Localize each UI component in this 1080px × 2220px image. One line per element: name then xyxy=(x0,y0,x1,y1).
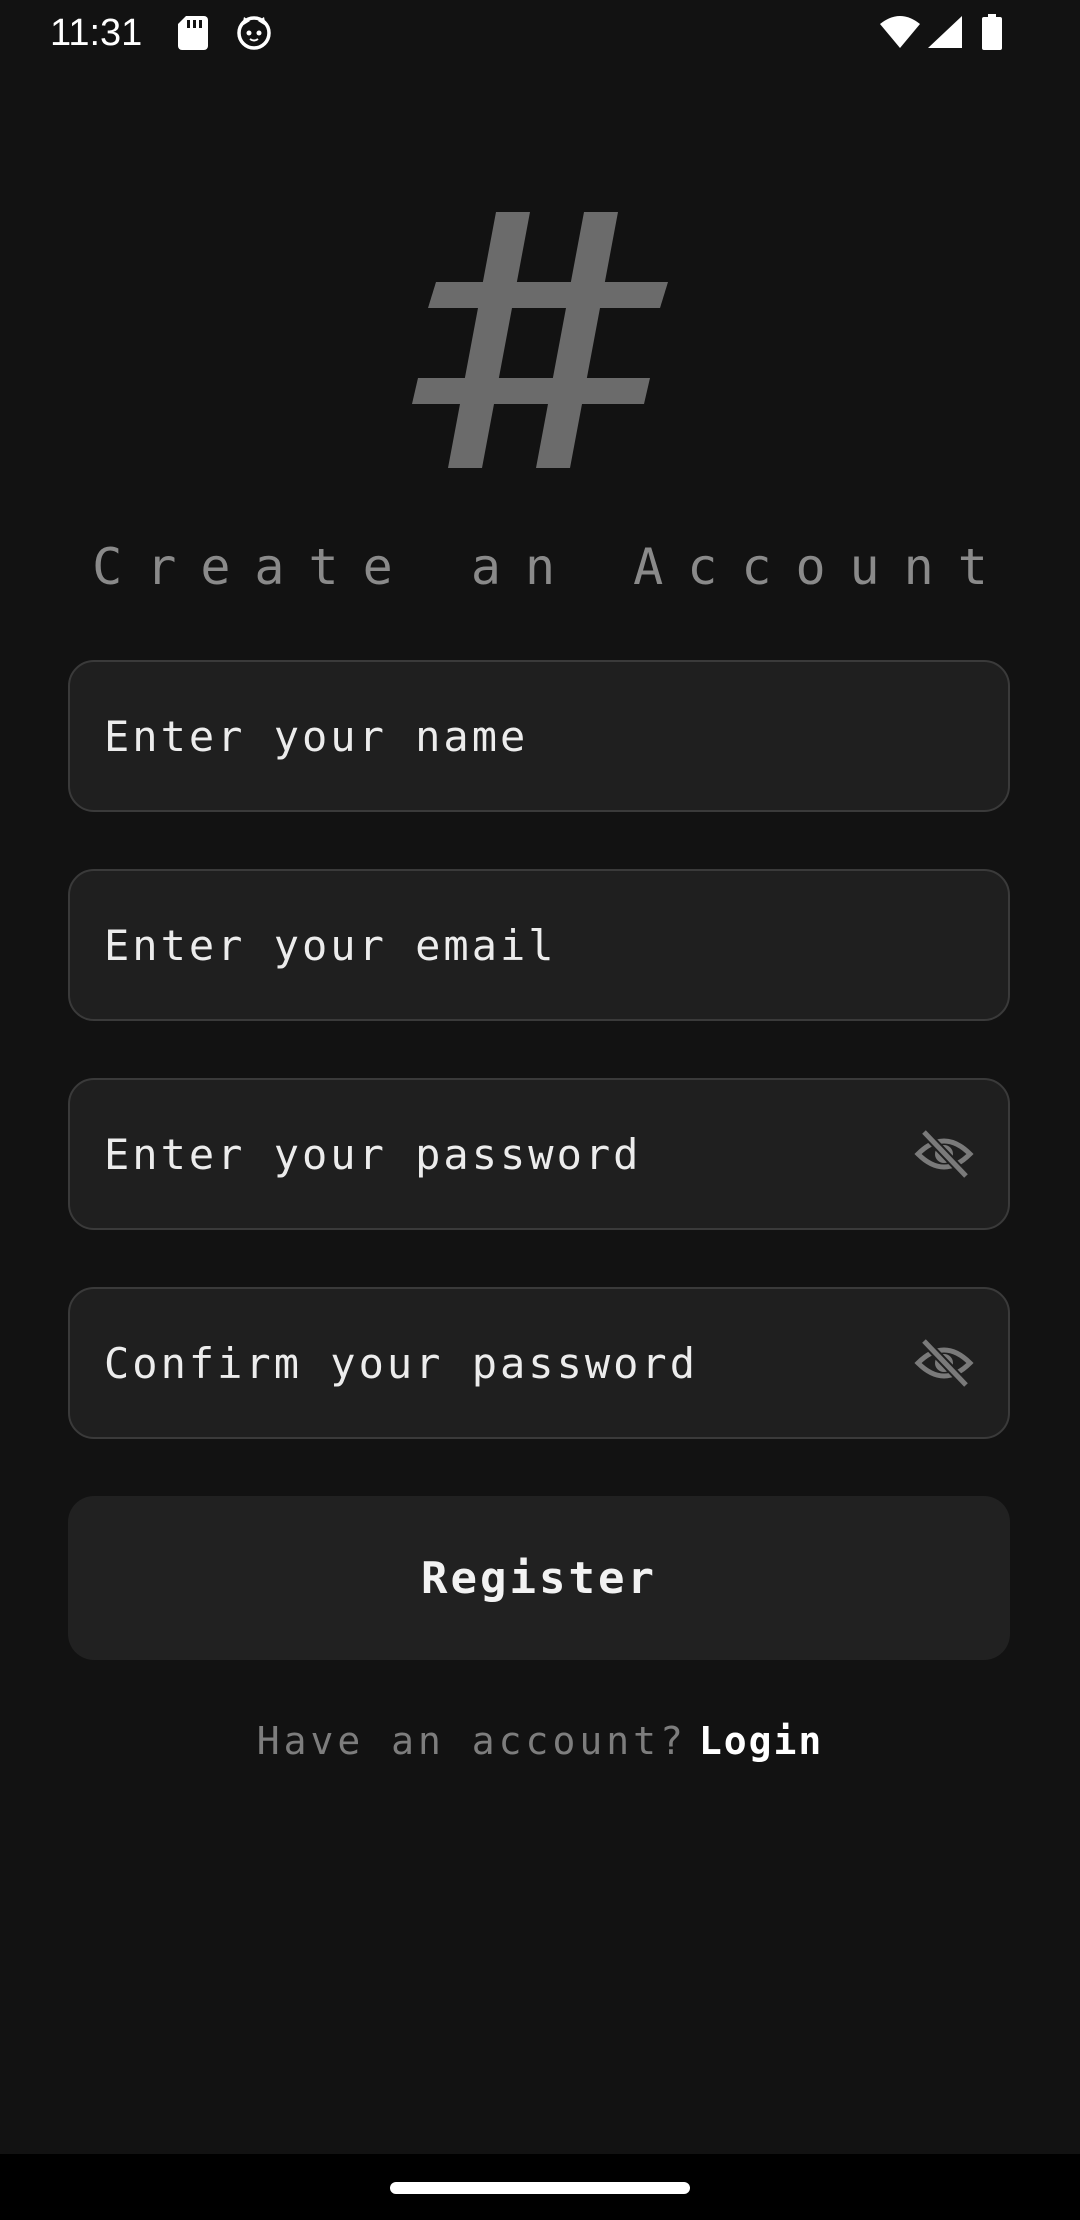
eye-off-icon[interactable] xyxy=(914,1337,974,1389)
name-field[interactable] xyxy=(68,660,1010,812)
confirm-password-field[interactable] xyxy=(68,1287,1010,1439)
hash-logo-icon xyxy=(412,212,668,468)
password-input[interactable] xyxy=(104,1080,924,1228)
page-title: Create an Account xyxy=(92,538,1012,596)
eye-off-icon[interactable] xyxy=(914,1128,974,1180)
sd-card-icon xyxy=(178,16,208,50)
login-prompt-row: Have an account? Login xyxy=(0,1716,1080,1766)
login-prompt-text: Have an account? xyxy=(256,1719,687,1763)
confirm-password-input[interactable] xyxy=(104,1289,924,1437)
email-input[interactable] xyxy=(104,871,924,1019)
home-gesture-handle[interactable] xyxy=(390,2182,690,2194)
navigation-bar xyxy=(0,2154,1080,2220)
email-field[interactable] xyxy=(68,869,1010,1021)
name-input[interactable] xyxy=(104,662,924,810)
wifi-icon xyxy=(880,16,920,48)
cat-face-icon xyxy=(237,16,271,50)
battery-icon xyxy=(982,14,1002,50)
status-time: 11:31 xyxy=(50,12,143,54)
cellular-signal-icon xyxy=(928,16,962,48)
login-link[interactable]: Login xyxy=(699,1719,823,1763)
register-button[interactable]: Register xyxy=(68,1496,1010,1660)
password-field[interactable] xyxy=(68,1078,1010,1230)
status-bar: 11:31 xyxy=(0,0,1080,66)
